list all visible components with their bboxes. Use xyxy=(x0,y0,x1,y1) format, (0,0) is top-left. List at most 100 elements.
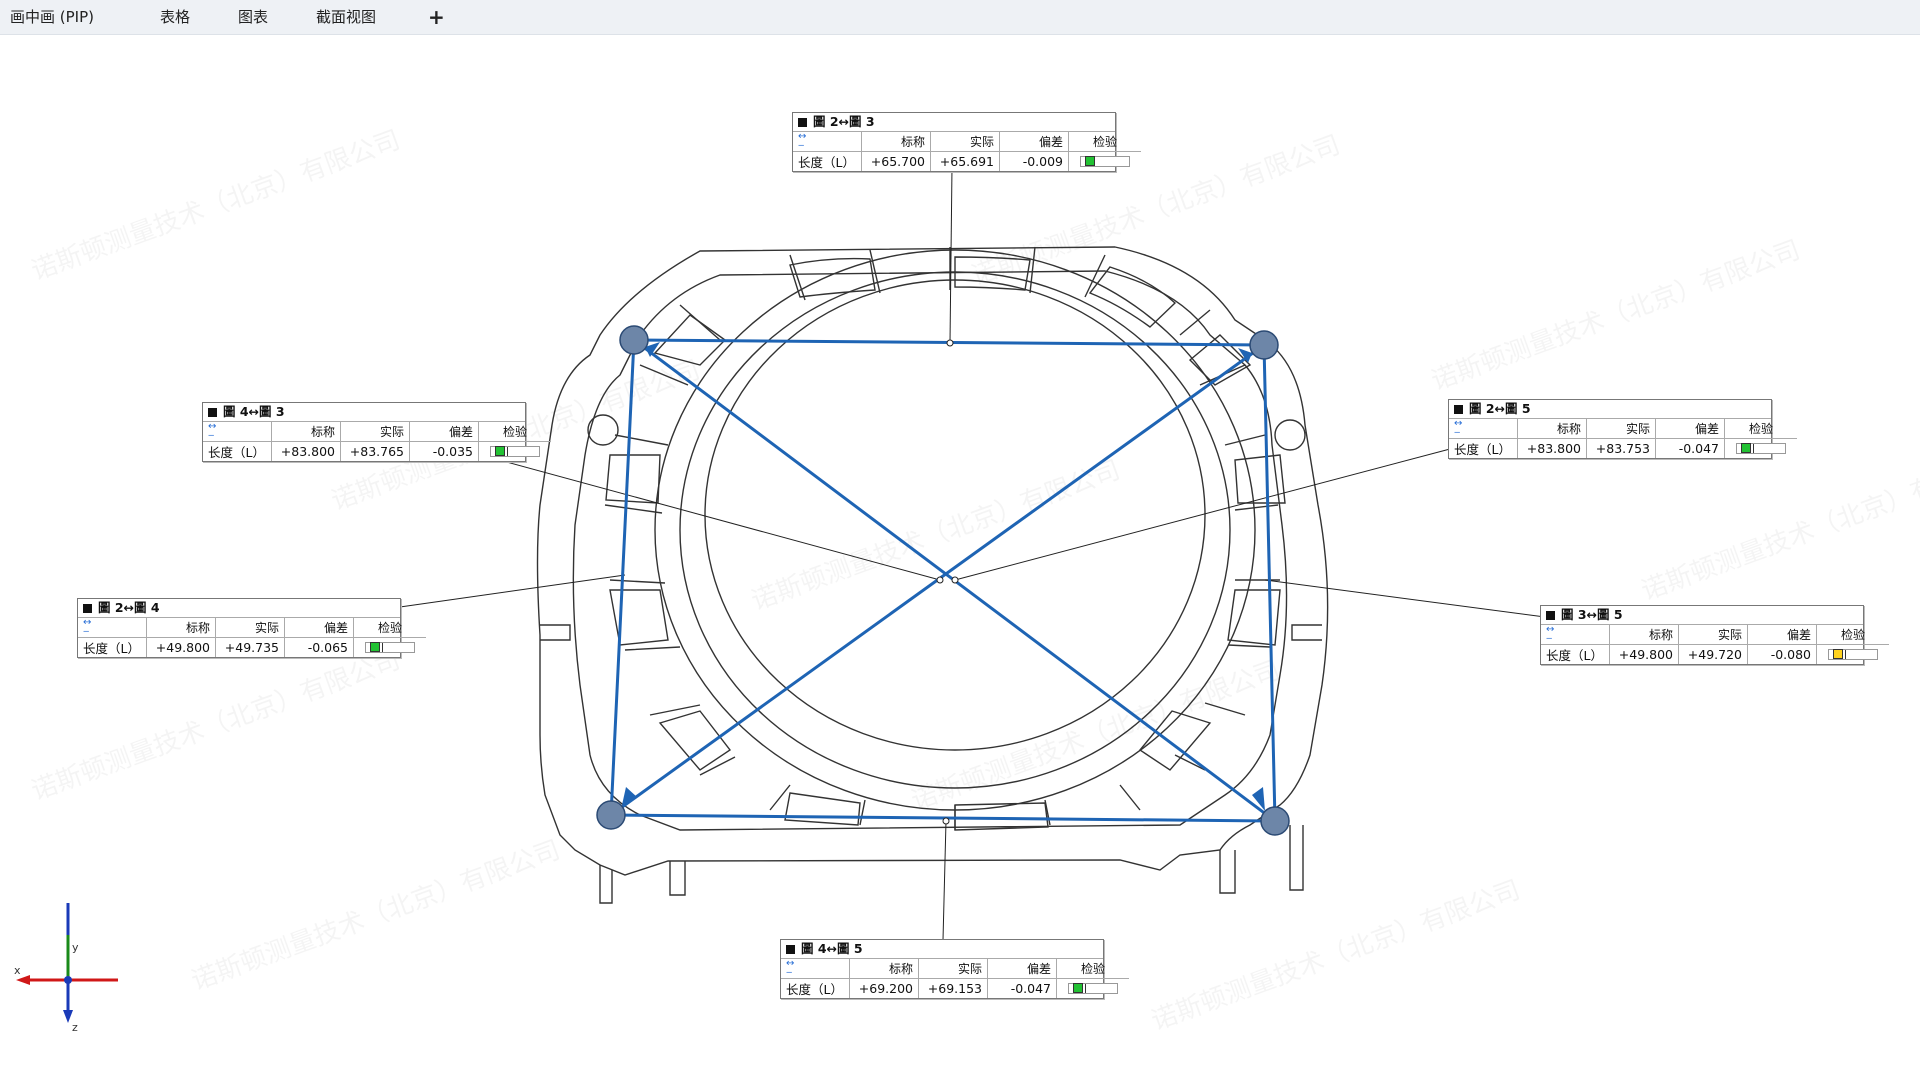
cad-viewport[interactable]: 诺斯顿测量技术（北京）有限公司 诺斯顿测量技术（北京）有限公司 诺斯顿测量技术（… xyxy=(0,35,1920,1080)
distance-icon: ↔ ‒ xyxy=(1454,419,1463,438)
header-nominal: 标称 xyxy=(271,422,341,442)
part-drawing xyxy=(399,166,1546,941)
callout-square-icon xyxy=(786,944,795,954)
distance-icon: ↔ ‒ xyxy=(1546,625,1555,644)
row-label: 长度（L） xyxy=(1449,438,1518,458)
distance-icon: ↔ ‒ xyxy=(83,618,92,637)
callout-square-icon xyxy=(83,603,92,613)
callout-title: 圖 4↔圖 5 xyxy=(801,941,863,956)
callout-title: 圖 2↔圖 4 xyxy=(98,600,160,615)
header-deviation: 偏差 xyxy=(284,618,354,638)
callout-title: 圖 4↔圖 3 xyxy=(223,404,285,419)
nominal-value: +83.800 xyxy=(1517,438,1587,458)
tolerance-indicator xyxy=(1736,442,1786,454)
callout-c2-c5[interactable]: 圖 2↔圖 5 ↔ ‒ 标称 实际 偏差 检验 长度（L） +83.800 +83… xyxy=(1448,399,1797,459)
callout-square-icon xyxy=(1454,404,1463,414)
distance-icon: ↔ ‒ xyxy=(798,132,807,151)
tolerance-indicator xyxy=(365,641,415,653)
callout-table: ↔ ‒ 标称 实际 偏差 检验 长度（L） +83.800 +83.765 -0.… xyxy=(203,422,551,461)
callout-table: ↔ ‒ 标称 实际 偏差 检验 长度（L） +49.800 +49.735 -0.… xyxy=(78,618,426,657)
deviation-value: -0.035 xyxy=(409,441,479,461)
status-pass-icon xyxy=(1085,156,1095,166)
row-label: 长度（L） xyxy=(781,978,850,998)
header-actual: 实际 xyxy=(1678,625,1748,645)
header-nominal: 标称 xyxy=(146,618,216,638)
header-nominal: 标称 xyxy=(861,132,931,152)
header-deviation: 偏差 xyxy=(1747,625,1817,645)
tolerance-indicator xyxy=(1068,982,1118,994)
callout-square-icon xyxy=(798,117,807,127)
callout-table: ↔ ‒ 标称 实际 偏差 检验 长度（L） +83.800 +83.753 -0.… xyxy=(1449,419,1797,458)
header-check: 检验 xyxy=(1816,625,1889,645)
header-nominal: 标称 xyxy=(849,959,919,979)
row-label: 长度（L） xyxy=(1541,644,1610,664)
axis-z-label: z xyxy=(72,1021,78,1034)
nominal-value: +83.800 xyxy=(271,441,341,461)
row-label: 长度（L） xyxy=(793,151,862,171)
callout-title: 圖 3↔圖 5 xyxy=(1561,607,1623,622)
nominal-value: +49.800 xyxy=(146,637,216,657)
header-actual: 实际 xyxy=(930,132,1000,152)
axis-triad: x y z xyxy=(14,903,118,1034)
callout-table: ↔ ‒ 标称 实际 偏差 检验 长度（L） +49.800 +49.720 -0.… xyxy=(1541,625,1889,664)
add-tab-button[interactable]: + xyxy=(428,0,445,34)
distance-icon: ↔ ‒ xyxy=(786,959,795,978)
actual-value: +69.153 xyxy=(918,978,988,998)
actual-value: +49.720 xyxy=(1678,644,1748,664)
circle-2-marker[interactable] xyxy=(619,325,649,355)
header-actual: 实际 xyxy=(918,959,988,979)
deviation-value: -0.009 xyxy=(999,151,1069,171)
header-deviation: 偏差 xyxy=(987,959,1057,979)
nominal-value: +69.200 xyxy=(849,978,919,998)
actual-value: +65.691 xyxy=(930,151,1000,171)
header-check: 检验 xyxy=(1724,419,1797,439)
deviation-value: -0.065 xyxy=(284,637,354,657)
header-deviation: 偏差 xyxy=(409,422,479,442)
callout-c2-c3[interactable]: 圖 2↔圖 3 ↔ ‒ 标称 实际 偏差 检验 长度（L） +65.700 +65… xyxy=(792,112,1141,172)
actual-value: +83.765 xyxy=(340,441,410,461)
status-warning-icon xyxy=(1833,649,1843,659)
callout-c3-c5[interactable]: 圖 3↔圖 5 ↔ ‒ 标称 实际 偏差 检验 长度（L） +49.800 +49… xyxy=(1540,605,1889,665)
axis-x-label: x xyxy=(14,964,21,977)
header-deviation: 偏差 xyxy=(1655,419,1725,439)
distance-icon: ↔ ‒ xyxy=(208,422,217,441)
header-nominal: 标称 xyxy=(1609,625,1679,645)
callout-c4-c3[interactable]: 圖 4↔圖 3 ↔ ‒ 标称 实际 偏差 检验 长度（L） +83.800 +83… xyxy=(202,402,551,462)
status-pass-icon xyxy=(495,446,505,456)
deviation-value: -0.047 xyxy=(1655,438,1725,458)
circle-4-marker[interactable] xyxy=(596,800,626,830)
tab-pip[interactable]: 画中画 (PIP) xyxy=(10,0,94,34)
header-deviation: 偏差 xyxy=(999,132,1069,152)
tab-chart[interactable]: 图表 xyxy=(238,0,268,34)
row-label: 长度（L） xyxy=(78,637,147,657)
deviation-value: -0.047 xyxy=(987,978,1057,998)
tab-section-view[interactable]: 截面视图 xyxy=(316,0,376,34)
header-actual: 实际 xyxy=(340,422,410,442)
circle-5-marker[interactable] xyxy=(1260,806,1290,836)
view-tab-bar: 画中画 (PIP) 表格 图表 截面视图 + xyxy=(0,0,1920,35)
nominal-value: +65.700 xyxy=(861,151,931,171)
header-check: 检验 xyxy=(478,422,551,442)
callout-square-icon xyxy=(208,407,217,417)
header-actual: 实际 xyxy=(215,618,285,638)
callout-c2-c4[interactable]: 圖 2↔圖 4 ↔ ‒ 标称 实际 偏差 检验 长度（L） +49.800 +49… xyxy=(77,598,426,658)
header-check: 检验 xyxy=(353,618,426,638)
status-pass-icon xyxy=(1741,443,1751,453)
tolerance-indicator xyxy=(1080,155,1130,167)
deviation-value: -0.080 xyxy=(1747,644,1817,664)
axis-y-label: y xyxy=(72,941,79,954)
header-actual: 实际 xyxy=(1586,419,1656,439)
circle-3-marker[interactable] xyxy=(1249,330,1279,360)
row-label: 长度（L） xyxy=(203,441,272,461)
tab-table[interactable]: 表格 xyxy=(160,0,190,34)
header-check: 检验 xyxy=(1068,132,1141,152)
callout-c4-c5[interactable]: 圖 4↔圖 5 ↔ ‒ 标称 实际 偏差 检验 长度（L） +69.200 +69… xyxy=(780,939,1129,999)
callout-square-icon xyxy=(1546,610,1555,620)
status-pass-icon xyxy=(370,642,380,652)
header-nominal: 标称 xyxy=(1517,419,1587,439)
callout-table: ↔ ‒ 标称 实际 偏差 检验 长度（L） +65.700 +65.691 -0.… xyxy=(793,132,1141,171)
callout-table: ↔ ‒ 标称 实际 偏差 检验 长度（L） +69.200 +69.153 -0.… xyxy=(781,959,1129,998)
actual-value: +49.735 xyxy=(215,637,285,657)
tolerance-indicator xyxy=(1828,648,1878,660)
actual-value: +83.753 xyxy=(1586,438,1656,458)
